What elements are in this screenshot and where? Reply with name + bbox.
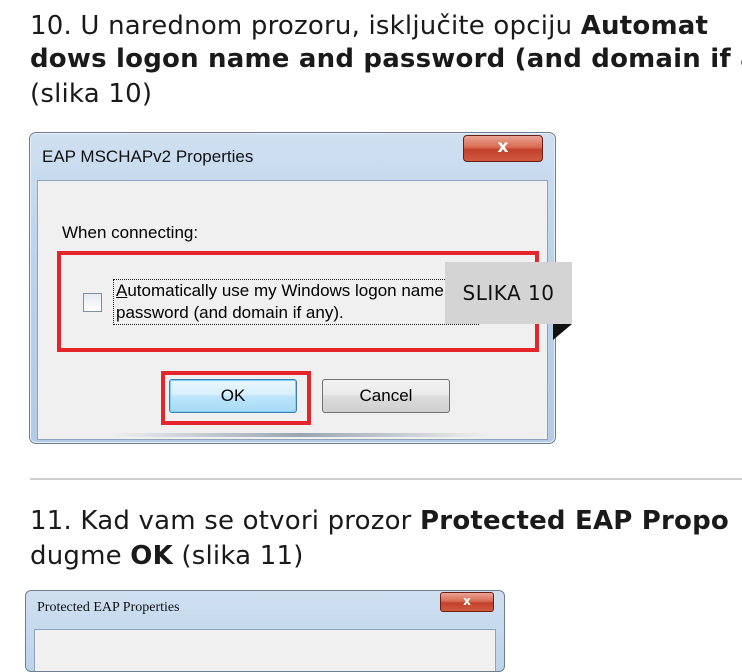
- close-icon: x: [463, 594, 471, 608]
- dialog-title: Protected EAP Properties: [37, 600, 180, 615]
- step-10-option-bold: Automat: [580, 11, 709, 41]
- step-10-option-bold-cont: dows logon name and password (and domain…: [30, 44, 742, 74]
- close-button[interactable]: x: [463, 135, 543, 162]
- callout-pointer-icon: [553, 324, 572, 340]
- step-11-text: 11. Kad vam se otvori prozor: [30, 506, 421, 536]
- checkbox-label-line-2: password (and domain if any).: [116, 303, 344, 322]
- section-divider: [30, 478, 742, 480]
- cancel-button[interactable]: Cancel: [322, 379, 450, 413]
- close-button[interactable]: x: [440, 592, 494, 612]
- dialog-client-area: [34, 629, 496, 671]
- figure-label-callout: SLIKA 10: [445, 262, 572, 324]
- step-11-figure-ref: (slika 11): [172, 541, 304, 571]
- ok-button[interactable]: OK: [169, 379, 297, 413]
- step-11-line-2: dugme OK (slika 11): [30, 540, 304, 573]
- step-11-line-1: 11. Kad vam se otvori prozor Protected E…: [30, 505, 729, 538]
- protected-eap-dialog: Protected EAP Properties x: [25, 590, 505, 672]
- step-10-line-2: dows logon name and password (and domain…: [30, 43, 742, 76]
- step-11-ok-bold: OK: [130, 541, 173, 571]
- step-11-window-bold: Protected EAP Propo: [420, 506, 729, 536]
- close-icon: x: [497, 137, 509, 157]
- auto-logon-checkbox-label[interactable]: Automatically use my Windows logon name …: [113, 279, 479, 325]
- auto-logon-checkbox[interactable]: [83, 293, 102, 312]
- checkbox-label-line-1: utomatically use my Windows logon name a…: [127, 281, 477, 300]
- when-connecting-label: When connecting:: [62, 223, 199, 242]
- step-10-text: 10. U narednom prozoru, isključite opcij…: [30, 11, 581, 41]
- dialog-title: EAP MSCHAPv2 Properties: [42, 147, 254, 166]
- step-11-text-2: dugme: [30, 541, 131, 571]
- dialog-bottom-glow: [110, 433, 490, 437]
- step-10-line-1: 10. U narednom prozoru, isključite opcij…: [30, 10, 708, 43]
- accelerator-letter: A: [116, 281, 128, 300]
- step-10-line-3: (slika 10): [30, 79, 153, 109]
